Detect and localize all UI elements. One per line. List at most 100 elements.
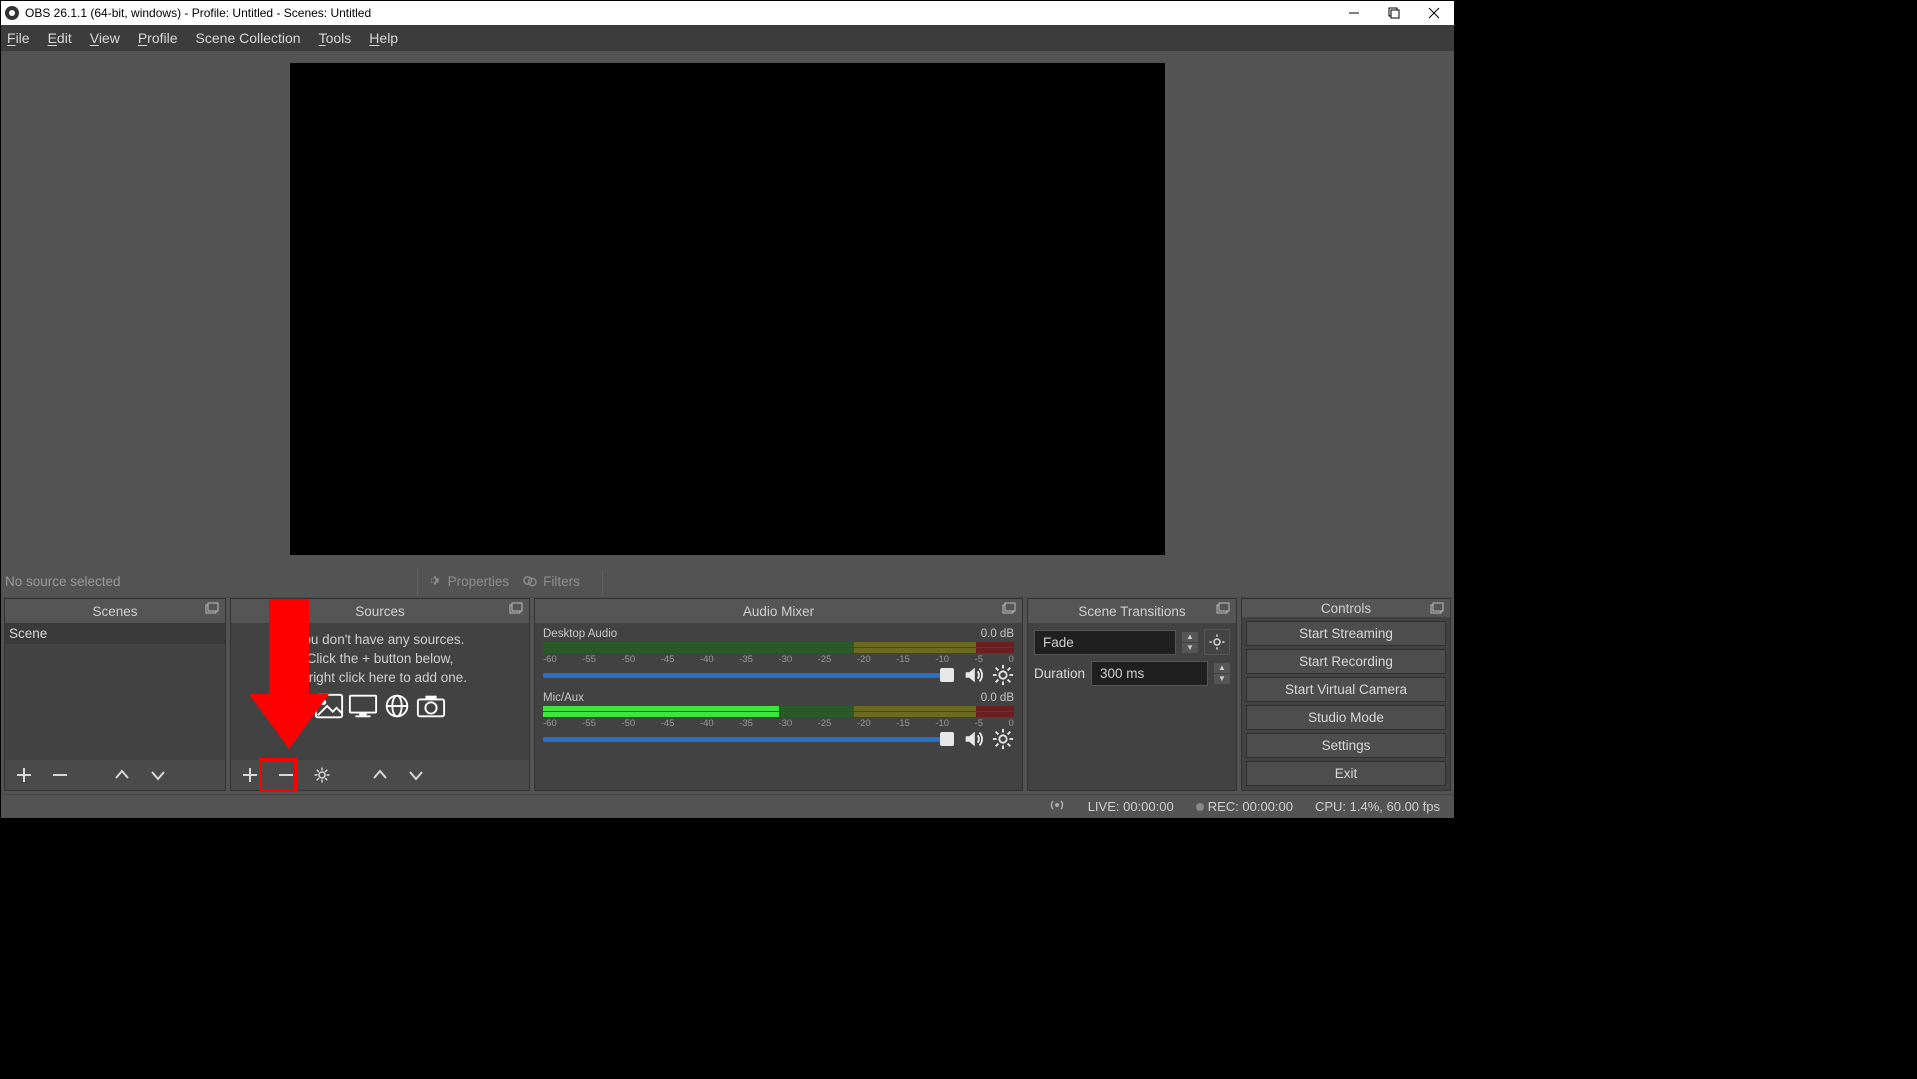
duration-spin-down[interactable]: ▼	[1214, 674, 1230, 684]
duration-label: Duration	[1034, 666, 1085, 681]
studio-mode-button[interactable]: Studio Mode	[1246, 705, 1446, 730]
add-scene-button[interactable]	[13, 764, 35, 786]
preview-area	[1, 51, 1454, 566]
menu-view[interactable]: View	[90, 30, 120, 46]
remove-scene-button[interactable]	[49, 764, 71, 786]
menu-file[interactable]: File	[7, 30, 30, 46]
duration-spin-up[interactable]: ▲	[1214, 663, 1230, 673]
titlebar: OBS 26.1.1 (64-bit, windows) - Profile: …	[1, 1, 1454, 25]
audio-meter: -60-55-50-45-40-35-30-25-20-15-10-50	[543, 706, 1014, 722]
menu-profile[interactable]: Profile	[138, 30, 178, 46]
dock-header-transitions[interactable]: Scene Transitions	[1028, 599, 1236, 623]
menu-scene-collection[interactable]: Scene Collection	[196, 30, 301, 46]
menu-edit[interactable]: Edit	[48, 30, 72, 46]
slider-thumb[interactable]	[940, 668, 954, 682]
dock-header-scenes[interactable]: Scenes	[5, 599, 225, 623]
dock-header-mixer[interactable]: Audio Mixer	[535, 599, 1022, 623]
toolbar-divider-2	[602, 570, 603, 594]
window-close-button[interactable]	[1414, 1, 1454, 25]
scene-down-button[interactable]	[147, 764, 169, 786]
volume-slider[interactable]	[543, 737, 954, 742]
channel-level: 0.0 dB	[981, 692, 1014, 704]
speaker-icon[interactable]	[962, 664, 984, 686]
source-properties-button[interactable]	[311, 764, 333, 786]
dock-scenes: Scenes Scene	[4, 598, 226, 791]
mixer-channel-desktop: Desktop Audio 0.0 dB -60-55-50-45-40-35-…	[543, 628, 1014, 686]
scene-item[interactable]: Scene	[5, 623, 225, 644]
image-source-icon	[314, 692, 344, 720]
preview-canvas[interactable]	[290, 63, 1165, 555]
channel-level: 0.0 dB	[981, 628, 1014, 640]
channel-name: Mic/Aux	[543, 692, 584, 704]
popout-icon[interactable]	[1002, 602, 1016, 616]
start-streaming-button[interactable]: Start Streaming	[1246, 621, 1446, 646]
menu-tools[interactable]: Tools	[319, 30, 352, 46]
menu-help[interactable]: Help	[369, 30, 398, 46]
transition-spin-up[interactable]: ▲	[1182, 632, 1198, 642]
filters-button[interactable]: Filters	[521, 573, 580, 591]
rec-dot-icon	[1196, 803, 1204, 811]
sources-list[interactable]: You don't have any sources. Click the + …	[231, 623, 529, 760]
exit-button[interactable]: Exit	[1246, 761, 1446, 786]
window-minimize-button[interactable]	[1334, 1, 1374, 25]
window-title: OBS 26.1.1 (64-bit, windows) - Profile: …	[25, 6, 371, 20]
status-broadcast-icon	[1048, 798, 1066, 815]
dock-sources: Sources You don't have any sources. Clic…	[230, 598, 530, 791]
browser-source-icon	[382, 692, 412, 720]
add-source-button[interactable]	[239, 764, 261, 786]
channel-name: Desktop Audio	[543, 628, 617, 640]
dock-controls: Controls Start Streaming Start Recording…	[1241, 598, 1451, 791]
source-up-button[interactable]	[369, 764, 391, 786]
channel-settings-button[interactable]	[992, 664, 1014, 686]
statusbar: LIVE: 00:00:00 REC: 00:00:00 CPU: 1.4%, …	[1, 794, 1454, 818]
remove-source-button[interactable]	[275, 764, 297, 786]
empty-sources-line: Click the + button below,	[237, 650, 523, 669]
speaker-icon[interactable]	[962, 728, 984, 750]
filters-icon	[521, 573, 539, 591]
popout-icon[interactable]	[1216, 602, 1230, 616]
settings-button[interactable]: Settings	[1246, 733, 1446, 758]
transitions-body: Fade ▲ ▼ Duration 300 ms	[1028, 623, 1236, 790]
status-rec: REC: 00:00:00	[1208, 799, 1293, 814]
empty-sources-line: You don't have any sources.	[237, 631, 523, 650]
gear-icon	[426, 573, 444, 591]
docks-row: Scenes Scene Sourc	[1, 598, 1454, 794]
start-virtual-camera-button[interactable]: Start Virtual Camera	[1246, 677, 1446, 702]
popout-icon[interactable]	[1430, 602, 1444, 616]
volume-slider[interactable]	[543, 673, 954, 678]
status-cpu: CPU: 1.4%, 60.00 fps	[1315, 799, 1440, 814]
sources-footer	[231, 760, 529, 790]
mixer-body: Desktop Audio 0.0 dB -60-55-50-45-40-35-…	[535, 623, 1022, 790]
toolbar-divider	[417, 568, 418, 596]
controls-body: Start Streaming Start Recording Start Vi…	[1242, 617, 1450, 790]
scenes-list[interactable]: Scene	[5, 623, 225, 760]
duration-input[interactable]: 300 ms	[1091, 661, 1208, 686]
no-source-label: No source selected	[1, 574, 121, 589]
dock-scene-transitions: Scene Transitions Fade ▲ ▼	[1027, 598, 1237, 791]
audio-meter: -60-55-50-45-40-35-30-25-20-15-10-50	[543, 642, 1014, 658]
popout-icon[interactable]	[205, 602, 219, 616]
dock-header-sources[interactable]: Sources	[231, 599, 529, 623]
transition-properties-button[interactable]	[1204, 629, 1230, 655]
slider-thumb[interactable]	[940, 732, 954, 746]
dock-header-controls[interactable]: Controls	[1242, 599, 1450, 617]
properties-button[interactable]: Properties	[426, 573, 510, 591]
transition-spin-down[interactable]: ▼	[1182, 643, 1198, 653]
window-maximize-button[interactable]	[1374, 1, 1414, 25]
meter-scale: -60-55-50-45-40-35-30-25-20-15-10-50	[543, 654, 1014, 665]
meter-scale: -60-55-50-45-40-35-30-25-20-15-10-50	[543, 718, 1014, 729]
source-type-icons	[237, 692, 523, 720]
empty-sources-line: or right click here to add one.	[237, 669, 523, 688]
channel-settings-button[interactable]	[992, 728, 1014, 750]
source-toolbar: No source selected Properties Filters	[1, 566, 1454, 598]
scene-up-button[interactable]	[111, 764, 133, 786]
display-source-icon	[348, 692, 378, 720]
dock-audio-mixer: Audio Mixer Desktop Audio 0.0 dB -60-55-…	[534, 598, 1023, 791]
start-recording-button[interactable]: Start Recording	[1246, 649, 1446, 674]
menubar: File Edit View Profile Scene Collection …	[1, 25, 1454, 51]
status-live: LIVE: 00:00:00	[1088, 799, 1174, 814]
source-down-button[interactable]	[405, 764, 427, 786]
popout-icon[interactable]	[509, 602, 523, 616]
transition-select[interactable]: Fade	[1034, 630, 1176, 655]
mixer-channel-mic: Mic/Aux 0.0 dB -60-55-50-45-40-35-30-25-…	[543, 692, 1014, 750]
